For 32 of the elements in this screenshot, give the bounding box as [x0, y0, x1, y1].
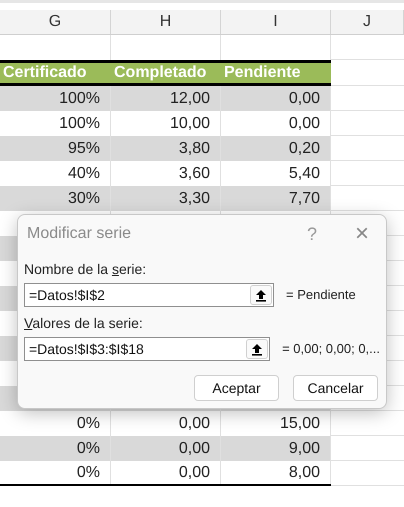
table-cell: 12,00	[111, 86, 221, 111]
table-cell: 30%	[0, 186, 111, 211]
column-header[interactable]: H	[111, 10, 221, 34]
dialog-button[interactable]: Cancelar	[293, 375, 378, 401]
table-cell: 3,80	[111, 136, 221, 161]
table-cell: 100%	[0, 86, 111, 111]
collapse-dialog-button[interactable]	[250, 285, 272, 305]
dialog-button[interactable]: Aceptar	[194, 375, 279, 401]
dialog-title: Modificar serie	[27, 224, 132, 244]
column-title: Pendiente	[223, 63, 302, 83]
value-preview: = Pendiente	[286, 286, 356, 304]
column-title: Completado	[113, 63, 208, 83]
reference-field[interactable]: =Datos!$I$3:$I$18	[24, 337, 270, 361]
column-title: Certificado	[2, 63, 88, 83]
table-cell: 0,20	[221, 136, 331, 161]
collapse-dialog-icon	[255, 288, 267, 302]
column-header[interactable]: J	[331, 10, 404, 34]
field-label: Nombre de la serie:	[24, 260, 146, 279]
table-cell: 0,00	[221, 86, 331, 111]
table-cell: 0,00	[111, 436, 221, 461]
table-cell: 95%	[0, 136, 111, 161]
table-cell: 3,30	[111, 186, 221, 211]
table-cell: 0%	[0, 436, 111, 461]
reference-field[interactable]: =Datos!$I$2	[24, 283, 274, 307]
column-header[interactable]: I	[221, 10, 331, 34]
column-header[interactable]: G	[0, 10, 111, 34]
field-label: Valores de la serie:	[24, 314, 143, 333]
collapse-dialog-icon	[251, 342, 264, 356]
value-preview: = 0,00; 0,00; 0,...	[282, 340, 380, 358]
table-cell: 7,70	[221, 186, 331, 211]
collapse-dialog-button[interactable]	[246, 339, 268, 359]
table-cell: 9,00	[221, 436, 331, 461]
